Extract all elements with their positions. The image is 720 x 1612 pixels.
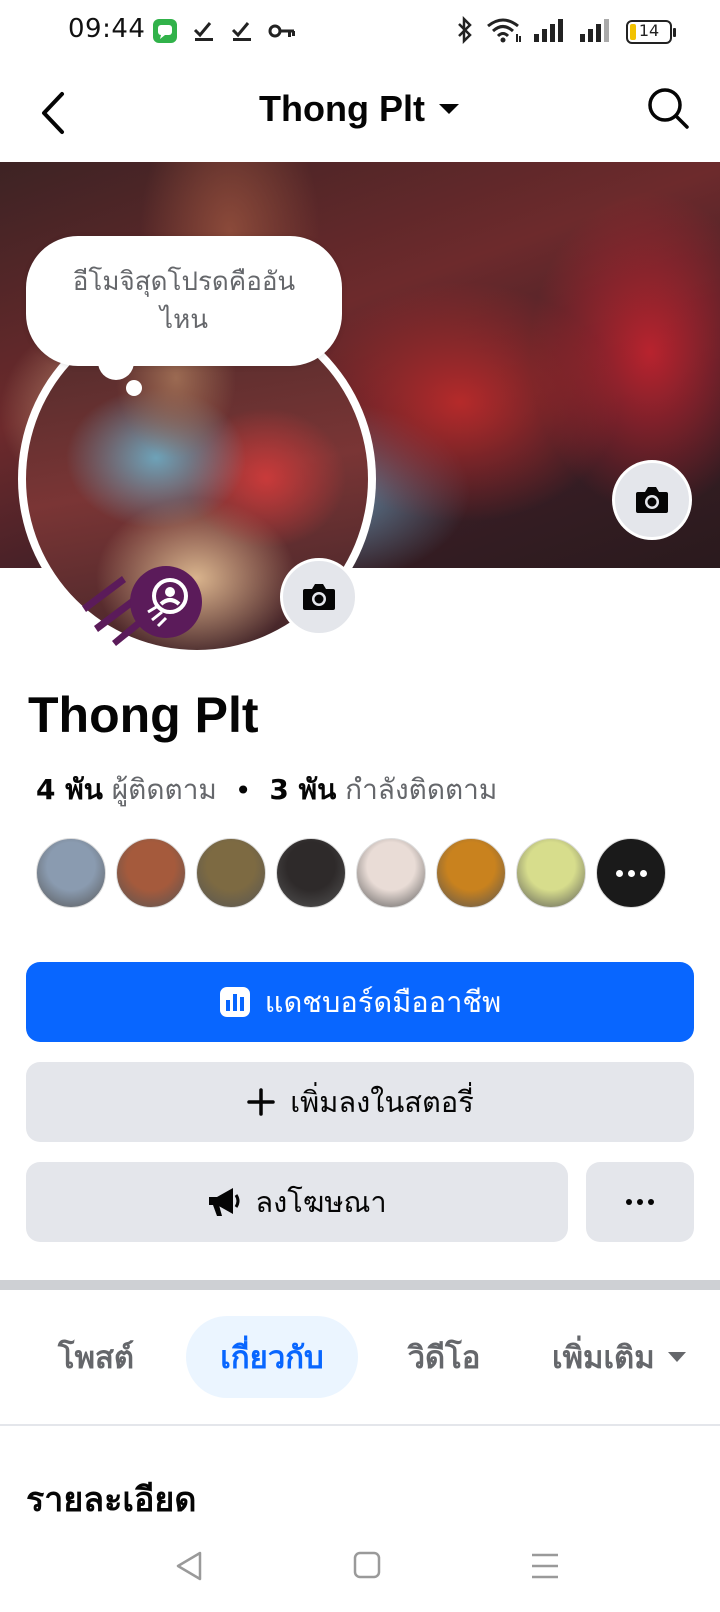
note-bubble-tail — [98, 344, 134, 380]
key-icon — [268, 19, 296, 47]
nav-home-icon — [353, 1551, 381, 1579]
nav-recents-button[interactable] — [530, 1552, 560, 1584]
page-title: Thong Plt — [259, 88, 425, 129]
professional-dashboard-button[interactable]: แดชบอร์ดมืออาชีพ — [26, 962, 694, 1042]
details-heading: รายละเอียด — [26, 1480, 197, 1520]
tab-posts[interactable]: โพสต์ — [36, 1316, 156, 1398]
follower-avatar[interactable] — [36, 838, 106, 908]
signal-icon — [580, 18, 614, 46]
follower-avatar[interactable] — [356, 838, 426, 908]
nav-back-icon — [176, 1551, 202, 1581]
tab-videos[interactable]: วิดีโอ — [388, 1316, 500, 1398]
camera-icon — [636, 487, 668, 513]
search-button[interactable] — [646, 86, 690, 134]
add-to-story-label: เพิ่มลงในสตอรี่ — [290, 1085, 474, 1119]
status-bar: 09:44 14 — [0, 0, 720, 64]
bluetooth-icon — [456, 15, 474, 48]
nav-home-button[interactable] — [352, 1550, 382, 1584]
tab-label: เพิ่มเติม — [552, 1340, 655, 1376]
tab-label: เกี่ยวกับ — [220, 1340, 324, 1376]
tab-more[interactable]: เพิ่มเติม — [552, 1316, 720, 1398]
system-navigation-bar — [0, 1528, 720, 1612]
messages-app-icon — [152, 18, 178, 48]
profile-name: Thong Plt — [28, 687, 259, 743]
wifi-icon — [486, 16, 522, 48]
follower-avatar[interactable] — [436, 838, 506, 908]
follow-stats: 4 พัน ผู้ติดตาม • 3 พัน กำลังติดตาม — [36, 768, 497, 812]
profile-tabs: โพสต์ เกี่ยวกับ วิดีโอ เพิ่มเติม — [0, 1316, 720, 1400]
top-app-bar: Thong Plt — [0, 64, 720, 162]
search-icon — [648, 88, 689, 129]
signal-icon — [534, 18, 568, 46]
checklist-icon — [192, 19, 216, 47]
camera-icon — [303, 584, 335, 610]
battery-level: 14 — [638, 21, 660, 40]
followers-link[interactable]: 4 พัน ผู้ติดตาม — [36, 768, 217, 812]
note-text: อีโมจิสุดโปรดคืออันไหน — [72, 267, 296, 335]
followers-label: ผู้ติดตาม — [111, 773, 217, 806]
tab-label: โพสต์ — [57, 1340, 135, 1376]
professional-dashboard-label: แดชบอร์ดมืออาชีพ — [264, 985, 502, 1019]
caret-down-icon — [667, 1352, 686, 1362]
nav-back-button[interactable] — [174, 1550, 204, 1586]
profile-note-bubble[interactable]: อีโมจิสุดโปรดคืออันไหน — [26, 236, 342, 366]
checklist-icon — [230, 19, 254, 47]
tab-label: วิดีโอ — [407, 1340, 481, 1376]
follower-avatar[interactable] — [116, 838, 186, 908]
following-link[interactable]: 3 พัน กำลังติดตาม — [269, 768, 497, 812]
tab-about[interactable]: เกี่ยวกับ — [186, 1316, 358, 1398]
megaphone-icon — [209, 1188, 240, 1216]
following-label: กำลังติดตาม — [345, 773, 498, 806]
follower-avatar[interactable] — [276, 838, 346, 908]
caret-down-icon — [438, 104, 459, 114]
dashboard-chart-icon — [219, 987, 250, 1017]
edit-profile-picture-button[interactable] — [280, 558, 358, 636]
separator-dot: • — [234, 773, 252, 807]
nav-menu-icon — [532, 1553, 558, 1579]
following-count: 3 พัน — [269, 773, 337, 806]
more-followers-button[interactable] — [596, 838, 666, 908]
tabs-divider — [0, 1424, 720, 1426]
follower-avatar[interactable] — [516, 838, 586, 908]
advertise-button[interactable]: ลงโฆษณา — [26, 1162, 568, 1242]
profile-switcher[interactable]: Thong Plt — [0, 88, 720, 130]
battery-icon: 14 — [626, 20, 676, 44]
note-bubble-tail — [126, 380, 142, 396]
follower-avatar[interactable] — [196, 838, 266, 908]
followers-avatars-row — [36, 838, 666, 908]
advertise-label: ลงโฆษณา — [255, 1185, 387, 1219]
profile-frame-badge — [82, 566, 208, 646]
followers-count: 4 พัน — [36, 773, 103, 806]
add-to-story-button[interactable]: เพิ่มลงในสตอรี่ — [26, 1062, 694, 1142]
edit-cover-photo-button[interactable] — [612, 460, 692, 540]
more-options-button[interactable] — [586, 1162, 694, 1242]
section-divider — [0, 1280, 720, 1290]
status-time: 09:44 — [68, 14, 146, 44]
plus-icon — [247, 1088, 275, 1116]
more-icon — [626, 1199, 654, 1205]
